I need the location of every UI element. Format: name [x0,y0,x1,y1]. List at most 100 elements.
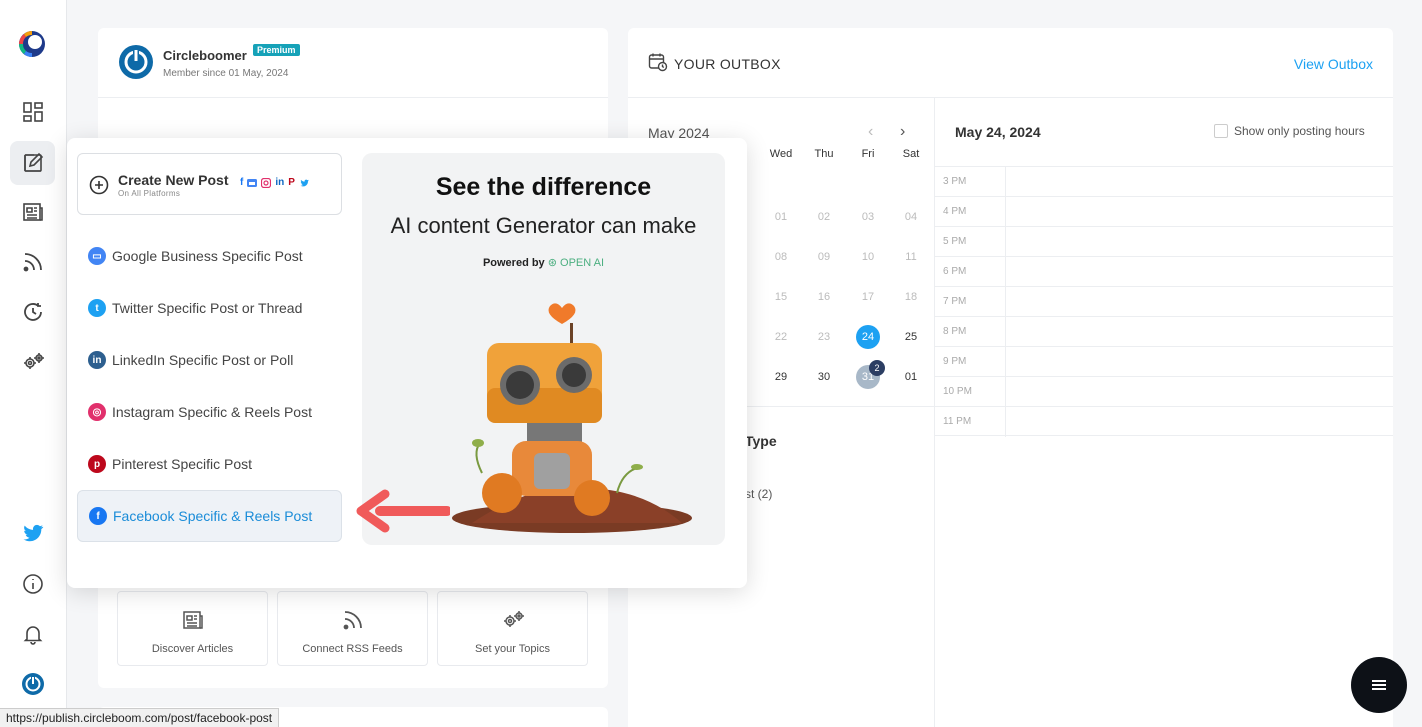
day-header: Fri [861,148,875,160]
view-outbox-link[interactable]: View Outbox [1294,56,1373,72]
twitter-post-item[interactable]: t Twitter Specific Post or Thread [77,282,342,334]
hour-label: 3 PM [943,176,967,187]
calendar-day[interactable]: 18 [891,291,931,303]
calendar-day[interactable]: 11 [891,251,931,263]
hamburger-icon [1372,680,1386,690]
calendar-day[interactable]: 17 [848,291,888,303]
menu-label: Pinterest Specific Post [112,456,253,472]
hour-label: 11 PM [943,416,972,427]
hour-label: 10 PM [943,386,972,397]
set-topics-button[interactable]: Set your Topics [437,591,588,666]
platform-icons: f in P [240,178,310,188]
hour-slot[interactable]: 10 PM [935,376,1393,407]
calendar-day[interactable]: 02 [804,211,844,223]
calendar-day[interactable]: 10 [848,251,888,263]
hour-slot[interactable]: 3 PM [935,166,1393,197]
instagram-post-item[interactable]: ◎ Instagram Specific & Reels Post [77,386,342,438]
calendar-day[interactable]: 30 [804,371,844,383]
post-type-item[interactable]: st (2) [745,487,772,501]
powered-by: Powered by ⊛ OPEN AI [362,256,725,269]
action-label: Set your Topics [474,643,550,655]
menu-fab-button[interactable] [1351,657,1407,713]
calendar-day[interactable]: 25 [891,331,931,343]
twitter-icon: t [88,299,106,317]
hour-slot[interactable]: 7 PM [935,286,1393,317]
prev-month-button[interactable]: ‹ [868,123,873,141]
calendar-day[interactable]: 01 [761,211,801,223]
posting-hours-label: Show only posting hours [1234,124,1365,138]
hour-slot[interactable]: 11 PM [935,406,1393,437]
linkedin-icon: in [88,351,106,369]
menu-label: Instagram Specific & Reels Post [112,404,312,420]
calendar-day[interactable]: 16 [804,291,844,303]
hour-slot[interactable]: 9 PM [935,346,1393,377]
articles-icon[interactable] [10,190,55,234]
openai-logo: ⊛ OPEN AI [547,257,605,269]
profile-header: Circleboomer Premium Member since 01 May… [98,28,608,98]
twitter-icon[interactable] [10,511,55,555]
settings-icon[interactable] [10,340,55,384]
rss-icon[interactable] [10,240,55,284]
next-month-button[interactable]: › [900,123,905,141]
facebook-icon: f [240,177,244,188]
calendar-day[interactable]: 09 [804,251,844,263]
google-business-icon [247,179,258,187]
create-post-title: Create New Post [118,172,229,188]
schedule-icon[interactable] [10,290,55,334]
hour-slot[interactable]: 5 PM [935,226,1393,257]
facebook-post-item[interactable]: f Facebook Specific & Reels Post [77,490,342,542]
calendar-day[interactable]: 04 [891,211,931,223]
linkedin-post-item[interactable]: in LinkedIn Specific Post or Poll [77,334,342,386]
hour-slot[interactable]: 4 PM [935,196,1393,227]
outbox-title: YOUR OUTBOX [674,56,781,72]
calendar-day[interactable]: 29 [761,371,801,383]
google-business-icon: ▭ [88,247,106,265]
hour-slot[interactable]: 6 PM [935,256,1393,287]
profile-name: Circleboomer [163,48,247,63]
logo[interactable] [16,28,48,60]
power-icon[interactable] [10,662,55,706]
divider [628,97,1393,98]
calendar-day[interactable]: 22 [761,331,801,343]
calendar-day[interactable]: 08 [761,251,801,263]
robot-illustration [452,303,692,533]
avatar [119,45,153,79]
linkedin-icon: in [275,177,285,188]
powered-by-label: Powered by [482,257,545,269]
hour-slot[interactable]: 8 PM [935,316,1393,347]
menu-label: Facebook Specific & Reels Post [113,508,313,524]
calendar-icon [648,53,668,72]
day-header: Wed [769,148,793,160]
calendar-day[interactable]: 01 [891,371,931,383]
menu-label: Twitter Specific Post or Thread [112,300,303,316]
promo-subtitle: AI content Generator can make [390,213,697,238]
calendar-day[interactable]: 23 [804,331,844,343]
scheduled-count-badge: 2 [869,360,885,376]
pinterest-post-item[interactable]: p Pinterest Specific Post [77,438,342,490]
posting-hours-toggle[interactable]: Show only posting hours [1214,124,1365,138]
premium-badge: Premium [253,44,300,56]
edit-post-icon[interactable] [10,141,55,185]
connect-rss-button[interactable]: Connect RSS Feeds [277,591,428,666]
menu-label: Google Business Specific Post [112,248,303,264]
calendar-day-today[interactable]: 24 [856,325,880,349]
member-since: Member since 01 May, 2024 [163,68,289,79]
calendar-day[interactable]: 15 [761,291,801,303]
selected-date: May 24, 2024 [955,124,1041,140]
calendar-day[interactable]: 03 [848,211,888,223]
google-business-post-item[interactable]: ▭ Google Business Specific Post [77,230,342,282]
posting-hours-checkbox[interactable] [1214,124,1228,138]
day-header: Thu [814,148,834,160]
hour-label: 7 PM [943,296,967,307]
twitter-icon [300,179,309,187]
create-new-post-button[interactable]: Create New Post On All Platforms f in P [77,153,342,215]
openai-label: OPEN AI [560,257,605,269]
dashboard-icon[interactable] [10,90,55,134]
bell-icon[interactable] [10,612,55,656]
hour-label: 5 PM [943,236,967,247]
hour-label: 6 PM [943,266,967,277]
info-icon[interactable] [10,562,55,606]
ai-promo-banner[interactable]: See the difference AI content Generator … [362,153,725,545]
action-label: Connect RSS Feeds [302,643,403,655]
discover-articles-button[interactable]: Discover Articles [117,591,268,666]
